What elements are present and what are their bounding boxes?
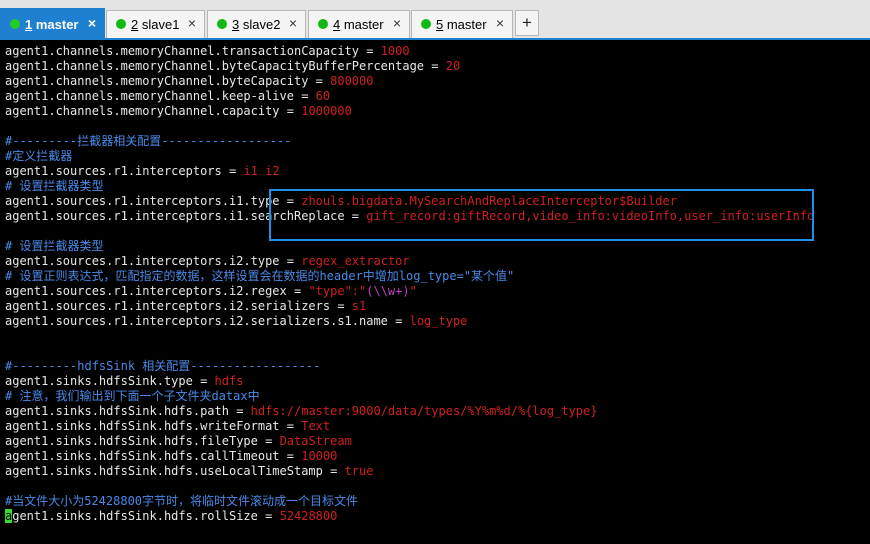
config-line: agent1.sources.r1.interceptors = i1 i2 [5,164,280,178]
comment-line: #定义拦截器 [5,149,73,163]
comment-line: # 设置拦截器类型 [5,239,104,253]
status-dot-icon [217,19,227,29]
tab-label: 3 slave2 [232,17,281,32]
close-icon[interactable]: × [188,15,196,31]
config-line: agent1.sources.r1.interceptors.i2.type =… [5,254,410,268]
status-dot-icon [116,19,126,29]
config-line: agent1.sources.r1.interceptors.i2.serial… [5,299,367,313]
config-line: agent1.channels.memoryChannel.byteCapaci… [5,59,461,73]
status-dot-icon [318,19,328,29]
highlight-box [269,189,814,241]
config-line: agent1.channels.memoryChannel.keep-alive… [5,89,331,103]
config-line: agent1.sinks.hdfsSink.hdfs.useLocalTimeS… [5,464,374,478]
comment-line: # 注意，我们输出到下面一个子文件夹datax中 [5,389,260,403]
tab-3-slave2[interactable]: 3 slave2 × [207,10,306,38]
status-dot-icon [421,19,431,29]
close-icon[interactable]: × [393,15,401,31]
status-dot-icon [10,19,20,29]
comment-line: #---------hdfsSink 相关配置-----------------… [5,359,321,373]
config-line: agent1.sources.r1.interceptors.i2.serial… [5,314,468,328]
comment-line: # 设置正则表达式，匹配指定的数据，这样设置会在数据的header中增加log_… [5,269,515,283]
close-icon[interactable]: × [496,15,504,31]
tab-label: 2 slave1 [131,17,180,32]
config-line: agent1.sinks.hdfsSink.hdfs.writeFormat =… [5,419,331,433]
tab-label: 4 master [333,17,384,32]
comment-line: # 设置拦截器类型 [5,179,104,193]
tab-bar: 1 master × 2 slave1 × 3 slave2 × 4 maste… [0,0,870,40]
comment-line: #---------拦截器相关配置------------------ [5,134,292,148]
comment-line: #当文件大小为52428800字节时，将临时文件滚动成一个目标文件 [5,494,359,508]
config-line: agent1.sinks.hdfsSink.hdfs.rollSize = 52… [5,509,338,523]
tab-2-slave1[interactable]: 2 slave1 × [106,10,205,38]
tab-1-master[interactable]: 1 master × [0,8,105,40]
config-line: agent1.sinks.hdfsSink.hdfs.fileType = Da… [5,434,352,448]
tab-4-master[interactable]: 4 master × [308,10,410,38]
close-icon[interactable]: × [88,15,96,31]
config-line: agent1.sinks.hdfsSink.hdfs.path = hdfs:/… [5,404,598,418]
config-line: agent1.sinks.hdfsSink.type = hdfs [5,374,244,388]
config-line: agent1.channels.memoryChannel.byteCapaci… [5,74,374,88]
tab-label: 5 master [436,17,487,32]
tab-label: 1 master [25,17,79,32]
config-line: agent1.channels.memoryChannel.capacity =… [5,104,352,118]
config-line: agent1.sinks.hdfsSink.hdfs.callTimeout =… [5,449,338,463]
tab-5-master[interactable]: 5 master × [411,10,513,38]
config-line: agent1.channels.memoryChannel.transactio… [5,44,410,58]
new-tab-button[interactable]: + [515,10,539,36]
close-icon[interactable]: × [289,15,297,31]
config-line: agent1.sources.r1.interceptors.i2.regex … [5,284,417,298]
